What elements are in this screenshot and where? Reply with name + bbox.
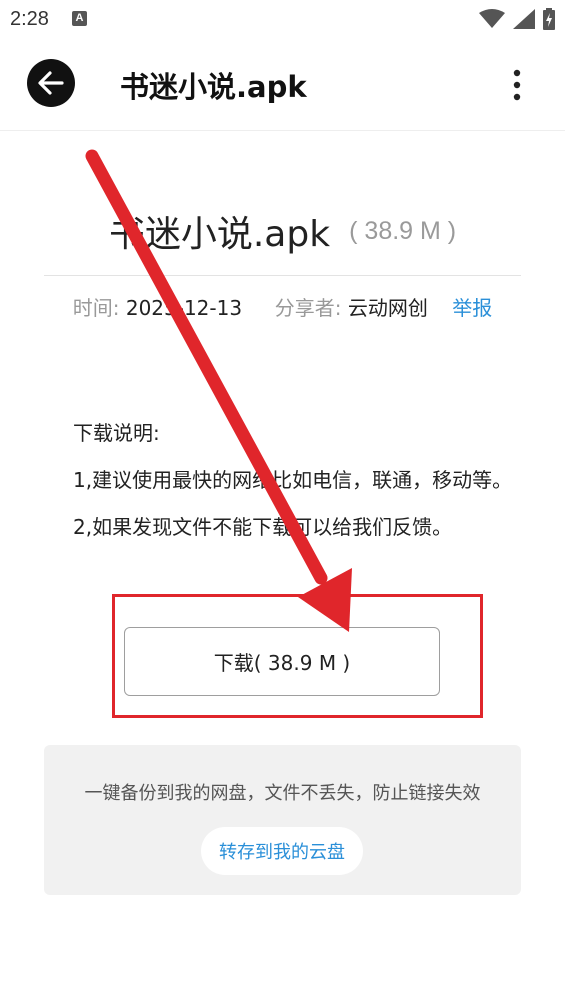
- backup-panel: 一键备份到我的网盘，文件不丢失，防止链接失效 转存到我的云盘: [44, 745, 521, 895]
- instructions-heading: 下载说明:: [73, 421, 160, 445]
- time-label: 时间:: [72, 296, 120, 320]
- app-title: 书迷小说.apk: [120, 70, 307, 104]
- time-value: 2025-12-13: [125, 296, 243, 320]
- more-vert-icon: [513, 69, 521, 101]
- report-link[interactable]: 举报: [452, 296, 492, 320]
- battery-icon: [543, 8, 555, 30]
- file-size: ( 38.9 M ): [349, 216, 457, 245]
- status-time: 2:28: [10, 8, 49, 30]
- wifi-icon: [479, 9, 505, 28]
- arrow-left-icon: [38, 71, 64, 95]
- sharer-value: 云动网创: [347, 296, 428, 320]
- file-meta: 时间: 2025-12-13 分享者: 云动网创 举报: [0, 292, 565, 321]
- download-button[interactable]: 下载( 38.9 M ): [124, 627, 440, 696]
- status-icons: [479, 8, 555, 30]
- app-bar: 书迷小说.apk: [0, 40, 565, 131]
- file-header: 书迷小说.apk ( 38.9 M ): [44, 205, 521, 276]
- save-to-cloud-button[interactable]: 转存到我的云盘: [201, 827, 363, 875]
- backup-description: 一键备份到我的网盘，文件不丢失，防止链接失效: [84, 783, 481, 804]
- status-bar: 2:28 A: [0, 0, 565, 40]
- file-name: 书迷小说.apk: [108, 214, 331, 255]
- notification-icon: A: [72, 11, 87, 26]
- instructions-line-1: 1,建议使用最快的网络比如电信，联通，移动等。: [73, 468, 513, 492]
- back-button[interactable]: [27, 59, 75, 107]
- more-options-button[interactable]: [509, 68, 525, 102]
- instructions-line-2: 2,如果发现文件不能下载可以给我们反馈。: [73, 515, 453, 539]
- download-instructions: 下载说明: 1,建议使用最快的网络比如电信，联通，移动等。 2,如果发现文件不能…: [73, 410, 513, 551]
- signal-icon: [513, 9, 535, 29]
- sharer-label: 分享者:: [274, 296, 342, 320]
